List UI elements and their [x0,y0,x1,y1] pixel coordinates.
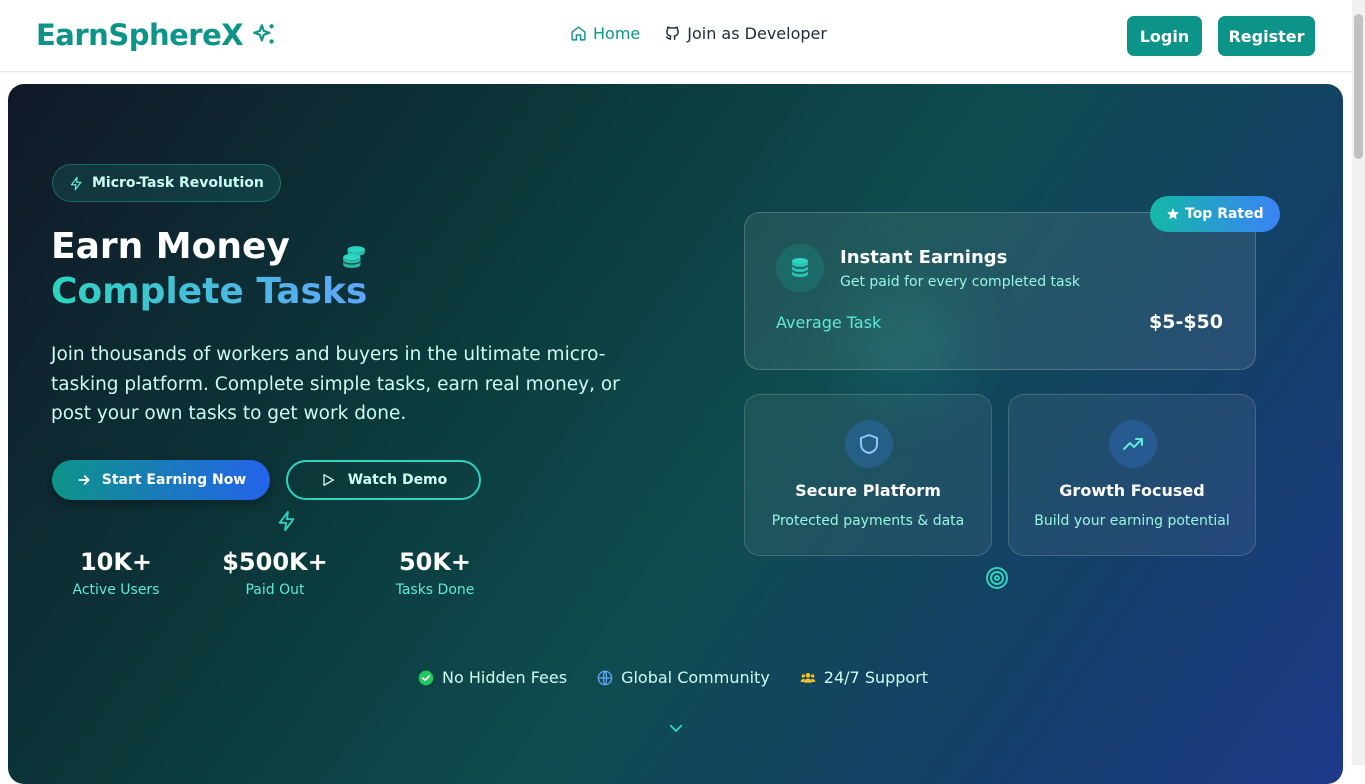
users-icon [800,672,816,683]
nav-home-link[interactable]: Home [570,24,640,43]
globe-icon [597,670,613,685]
start-earning-button[interactable]: Start Earning Now [52,460,270,500]
stat-active-users: 10K+ Active Users [36,548,196,598]
average-task-value: $5-$50 [1149,311,1223,333]
feature-label: 24/7 Support [823,668,929,687]
top-navbar: EarnSphereX Home Join as Developer Login… [0,0,1352,72]
bolt-icon [278,510,295,532]
growth-focused-card: Growth Focused Build your earning potent… [1008,394,1256,556]
stat-tasks-done: 50K+ Tasks Done [355,548,515,598]
play-icon [323,474,334,486]
register-button[interactable]: Register [1218,16,1315,56]
stat-label: Active Users [72,582,160,598]
stat-label: Paid Out [245,582,305,598]
feature-no-hidden-fees: No Hidden Fees [418,668,567,687]
stat-value: $500K+ [222,548,328,576]
feature-label: No Hidden Fees [442,668,568,687]
trending-up-icon-badge [1109,420,1157,468]
card-subtitle: Protected payments & data [771,513,965,529]
github-icon [666,26,680,40]
card-title: Secure Platform [795,481,941,500]
hero-badge-label: Micro-Task Revolution [92,175,264,191]
card-subtitle: Get paid for every completed task [840,274,1080,290]
shield-icon-badge [845,420,893,468]
check-circle-icon [418,670,434,685]
shield-icon [860,434,878,454]
brand-logo[interactable]: EarnSphereX [36,18,277,52]
sparkles-icon [253,24,274,44]
instant-earnings-card: Instant Earnings Get paid for every comp… [744,212,1256,370]
coins-icon [343,246,365,268]
nav-developer-link[interactable]: Join as Developer [664,24,827,43]
coins-icon [792,258,808,277]
trending-up-icon [1123,438,1143,450]
hero-title-line1: Earn Money [51,226,290,267]
nav-links: Home Join as Developer [570,24,827,43]
average-task-label: Average Task [776,313,882,332]
start-earning-label: Start Earning Now [101,472,247,488]
target-icon [986,567,1008,589]
nav-developer-label: Join as Developer [687,24,827,43]
top-rated-label: Top Rated [1185,206,1264,222]
hero-badge: Micro-Task Revolution [52,164,281,202]
feature-highlights: No Hidden Fees Global Community 24/7 Sup… [418,668,928,687]
nav-home-label: Home [593,24,641,43]
watch-demo-button[interactable]: Watch Demo [286,460,481,500]
top-rated-badge: Top Rated [1150,196,1280,232]
stat-paid-out: $500K+ Paid Out [195,548,355,598]
stat-label: Tasks Done [395,582,475,598]
login-button[interactable]: Login [1127,16,1202,56]
stat-value: 10K+ [79,548,153,576]
hero-title-line2: Complete Tasks [51,271,368,312]
brand-name: EarnSphereX [36,18,244,52]
card-title: Instant Earnings [840,247,1008,268]
feature-label: Global Community [621,668,770,687]
feature-global-community: Global Community [597,668,770,687]
bolt-icon [70,176,82,190]
page-scrollbar[interactable] [1352,0,1365,765]
coins-icon-badge [776,244,824,292]
stat-value: 50K+ [398,548,472,576]
star-icon [1167,208,1179,220]
secure-platform-card: Secure Platform Protected payments & dat… [744,394,992,556]
card-title: Growth Focused [1059,481,1205,500]
card-subtitle: Build your earning potential [1034,513,1230,529]
scrollbar-thumb[interactable] [1354,14,1363,159]
hero-description: Join thousands of workers and buyers in … [51,344,620,424]
feature-support: 24/7 Support [800,668,928,687]
home-icon [571,26,586,41]
hero-section: Micro-Task Revolution Earn Money Complet… [8,84,1343,784]
chevron-down-icon[interactable] [667,719,685,737]
watch-demo-label: Watch Demo [347,472,448,488]
arrow-right-icon [78,475,90,485]
